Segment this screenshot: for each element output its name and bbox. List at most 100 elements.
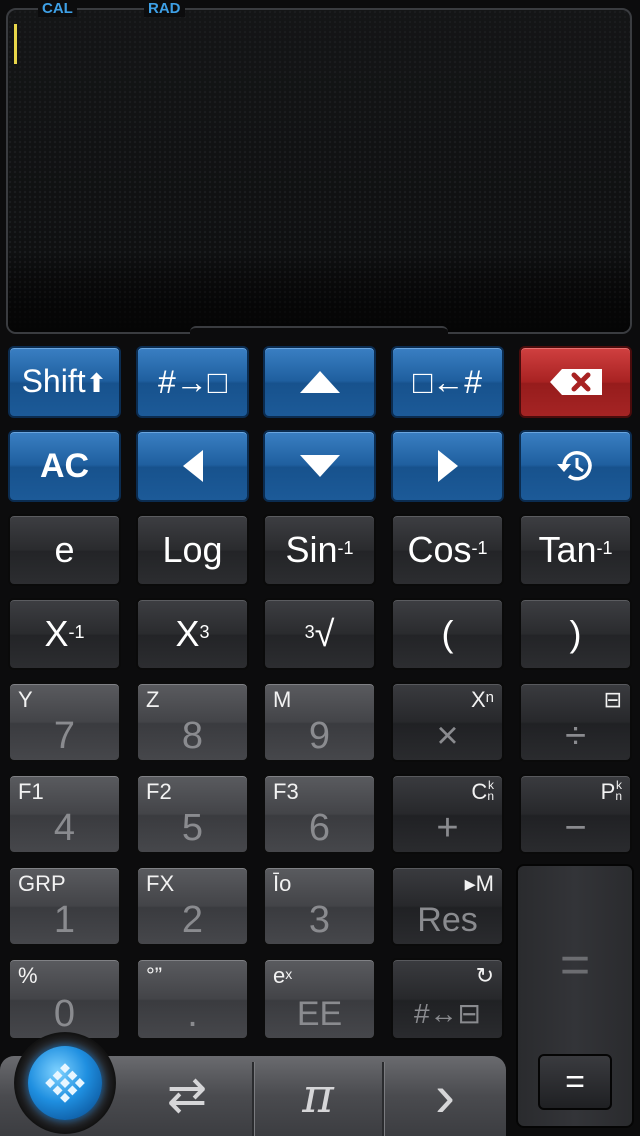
shift-button[interactable]: Shift⬆: [8, 346, 121, 418]
next-tab[interactable]: ›: [386, 1056, 504, 1136]
key-1[interactable]: GRP 1: [8, 866, 121, 946]
mode-tag: CAL: [38, 1, 77, 17]
key-9[interactable]: M 9: [263, 682, 376, 762]
tan-sup: -1: [596, 538, 613, 558]
plus-button[interactable]: Ckn +: [391, 774, 504, 854]
cbrt-index: 3: [304, 622, 315, 642]
display-notch: [190, 326, 448, 338]
ac-button[interactable]: AC: [8, 430, 121, 502]
key-5[interactable]: F2 5: [136, 774, 249, 854]
up-arrow-icon: [299, 371, 340, 393]
key-0[interactable]: % 0: [8, 958, 121, 1040]
cube-root-label: 3√: [265, 614, 374, 654]
x-inverse-button[interactable]: X-1: [8, 598, 121, 670]
to-box-label: #→□: [157, 364, 228, 400]
cube-root-button[interactable]: 3√: [263, 598, 376, 670]
up-button[interactable]: [263, 346, 376, 418]
decimal-main: .: [187, 993, 198, 1035]
convert-format-button[interactable]: ↻ #↔⊟: [391, 958, 504, 1040]
key-3-main: 3: [308, 899, 331, 941]
swap-arrows-icon: ⇄: [166, 1069, 208, 1122]
x-cube-label: X3: [138, 614, 247, 654]
key-5-main: 5: [181, 807, 204, 849]
key-8[interactable]: Z 8: [136, 682, 249, 762]
backspace-button[interactable]: [519, 346, 632, 418]
decimal-sub: °”: [146, 963, 163, 988]
sin-inv-button[interactable]: Sin-1: [263, 514, 376, 586]
ee-button[interactable]: ex EE: [263, 958, 376, 1040]
tan-inv-label: Tan-1: [521, 530, 630, 570]
x-cube-button[interactable]: X3: [136, 598, 249, 670]
down-button[interactable]: [263, 430, 376, 502]
ee-sub: ex: [273, 964, 292, 988]
plus-main: +: [436, 807, 459, 849]
e-button[interactable]: e: [8, 514, 121, 586]
key-7-main: 7: [53, 715, 76, 757]
left-button[interactable]: [136, 430, 249, 502]
pi-label: π: [302, 1068, 334, 1124]
cos-sup: -1: [471, 538, 488, 558]
menu-button[interactable]: [28, 1046, 102, 1120]
sin-text: Sin: [285, 529, 338, 570]
display-screen: [6, 8, 632, 334]
display-shade: [8, 252, 630, 332]
angle-tag: RAD: [144, 1, 185, 17]
log-button[interactable]: Log: [136, 514, 249, 586]
minus-sub-text: P: [600, 779, 616, 804]
tan-inv-button[interactable]: Tan-1: [519, 514, 632, 586]
sin-sup: -1: [337, 538, 354, 558]
key-3-sub: Īo: [273, 871, 292, 896]
key-1-main: 1: [53, 899, 76, 941]
key-4[interactable]: F1 4: [8, 774, 121, 854]
cos-inv-label: Cos-1: [393, 530, 502, 570]
multiply-button[interactable]: Xn ×: [391, 682, 504, 762]
key-1-sub: GRP: [18, 871, 66, 896]
xcube-sup: 3: [199, 622, 210, 642]
result-button[interactable]: ▸M Res: [391, 866, 504, 946]
multiply-sub: Xn: [471, 688, 494, 712]
key-7[interactable]: Y 7: [8, 682, 121, 762]
right-paren-button[interactable]: ): [519, 598, 632, 670]
multiply-main: ×: [436, 715, 459, 757]
minus-sub-subscript: n: [615, 789, 622, 803]
equals-button[interactable]: =: [538, 1054, 612, 1110]
plus-sub-text: C: [471, 779, 488, 804]
key-8-main: 8: [181, 715, 204, 757]
right-paren-label: ): [569, 613, 582, 654]
ac-label: AC: [39, 447, 90, 485]
key-6[interactable]: F3 6: [263, 774, 376, 854]
history-icon: [556, 451, 592, 481]
xinv-sup: -1: [68, 622, 85, 642]
to-box-button[interactable]: #→□: [136, 346, 249, 418]
convert-tab[interactable]: ⇄: [124, 1056, 250, 1136]
key-9-sub: M: [273, 687, 292, 712]
box-from-button[interactable]: □←#: [391, 346, 504, 418]
x-inverse-label: X-1: [10, 614, 119, 654]
key-8-sub: Z: [146, 687, 160, 712]
key-7-sub: Y: [18, 687, 33, 712]
ee-sub-sup: x: [285, 966, 293, 982]
right-arrow-icon: [437, 450, 458, 482]
key-3[interactable]: Īo 3: [263, 866, 376, 946]
equals-big-symbol: =: [559, 936, 591, 994]
divide-button[interactable]: ⊟ ÷: [519, 682, 632, 762]
minus-button[interactable]: Pkn −: [519, 774, 632, 854]
xcube-text: X: [175, 613, 200, 654]
cbrt-symbol: √: [314, 613, 335, 654]
cos-text: Cos: [407, 529, 472, 570]
left-arrow-icon: [182, 450, 203, 482]
key-2[interactable]: FX 2: [136, 866, 249, 946]
log-label: Log: [162, 529, 223, 570]
mul-sub-sup: n: [485, 689, 494, 706]
backspace-icon: [549, 369, 602, 395]
right-button[interactable]: [391, 430, 504, 502]
pi-tab[interactable]: π: [256, 1056, 380, 1136]
chevron-right-icon: ›: [435, 1062, 455, 1129]
box-from-label: □←#: [412, 364, 483, 400]
cos-inv-button[interactable]: Cos-1: [391, 514, 504, 586]
decimal-button[interactable]: °” .: [136, 958, 249, 1040]
history-button[interactable]: [519, 430, 632, 502]
key-6-sub: F3: [273, 779, 299, 804]
left-paren-button[interactable]: (: [391, 598, 504, 670]
result-main: Res: [417, 901, 478, 939]
